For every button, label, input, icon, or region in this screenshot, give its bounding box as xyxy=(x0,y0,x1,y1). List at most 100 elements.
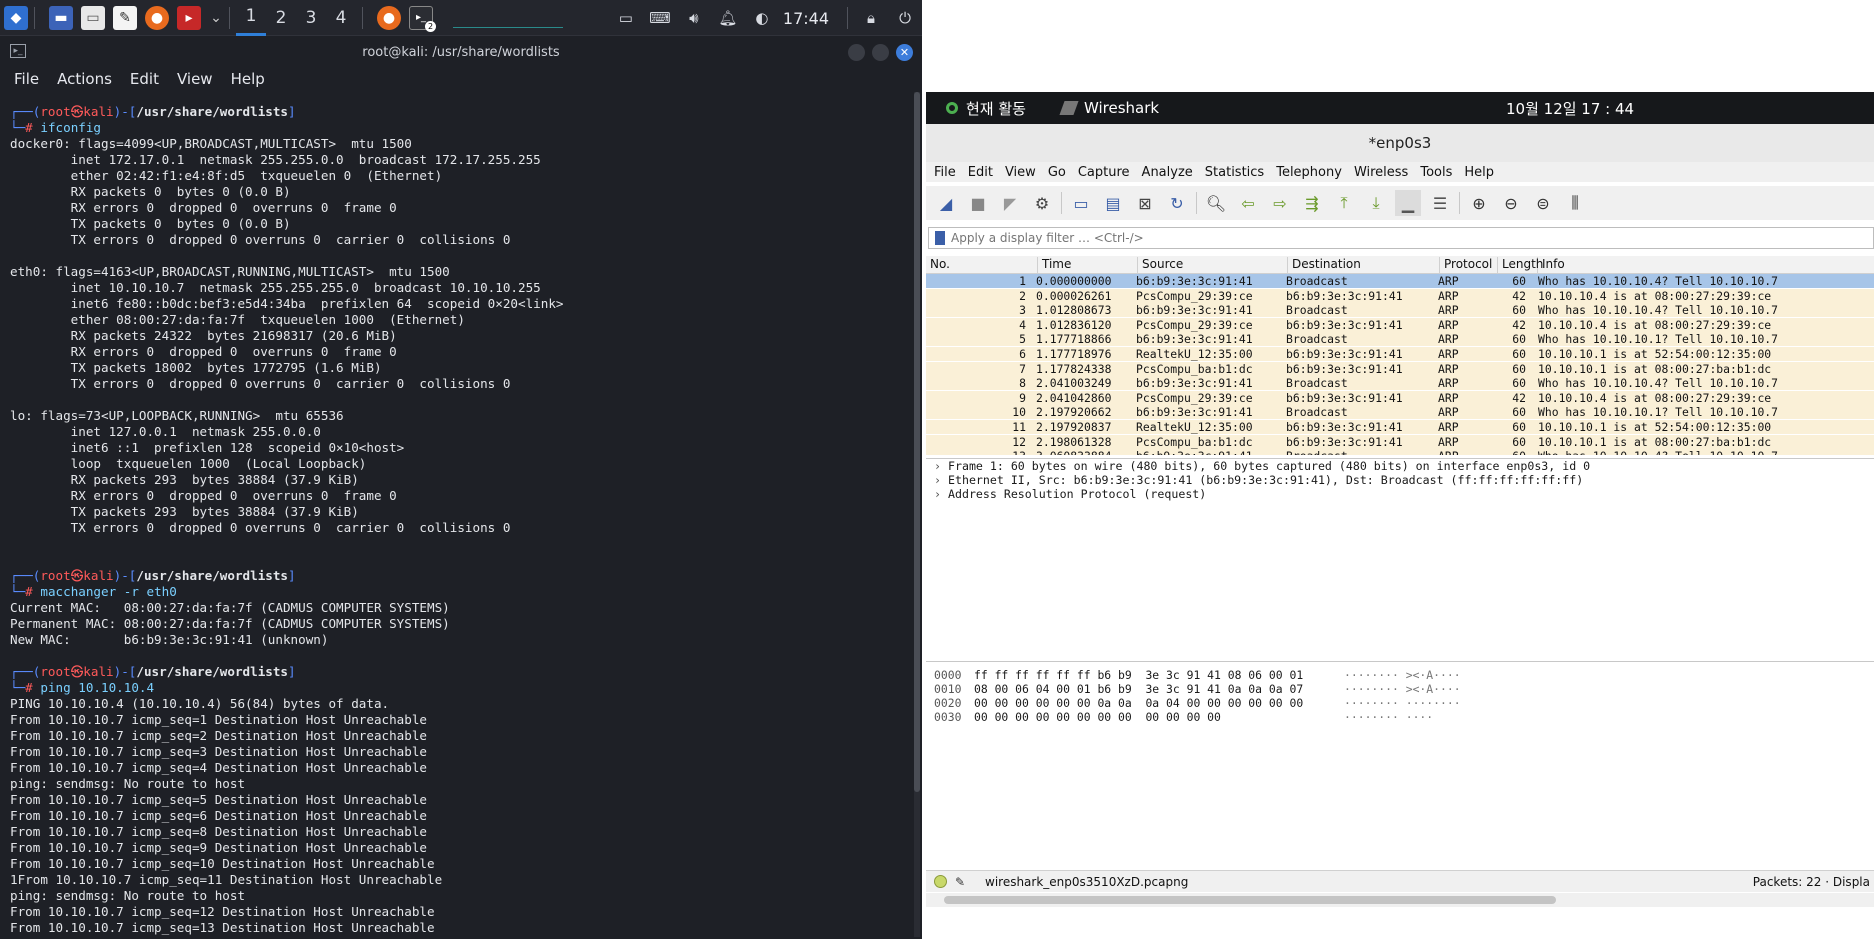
firefox-icon[interactable]: ● xyxy=(145,5,169,30)
packet-row[interactable]: 6 1.177718976 RealtekU_12:35:00 b6:b9:3e:3c… xyxy=(926,347,1874,361)
detail-arp[interactable]: › Address Resolution Protocol (request) xyxy=(926,487,1874,501)
last-packet-icon[interactable]: ⤓ xyxy=(1363,190,1389,216)
expand-arrow-icon[interactable]: › xyxy=(934,459,948,473)
display-filter-input[interactable] xyxy=(951,231,1651,245)
terminal-window-icon[interactable]: ▸_ 2 xyxy=(409,5,436,32)
maximize-button[interactable] xyxy=(872,44,889,61)
power-status-icon[interactable]: ◐ xyxy=(749,5,775,31)
scrollbar-thumb[interactable] xyxy=(914,92,920,792)
workspace-1[interactable]: 1 xyxy=(236,0,266,36)
zoom-in-icon[interactable]: ⊕ xyxy=(1466,190,1492,216)
filter-bookmark-icon[interactable] xyxy=(935,231,945,245)
normal-size-icon[interactable]: ⊜ xyxy=(1530,190,1556,216)
col-destination[interactable]: Destination xyxy=(1288,257,1440,273)
zoom-out-icon[interactable]: ⊖ xyxy=(1498,190,1524,216)
first-packet-icon[interactable]: ⤒ xyxy=(1331,190,1357,216)
col-source[interactable]: Source xyxy=(1138,257,1288,273)
packet-row[interactable]: 2 0.000026261 PcsCompu_29:39:ce b6:b9:3e:3c… xyxy=(926,288,1874,303)
app-menu[interactable]: Wireshark xyxy=(1059,99,1159,117)
start-capture-icon[interactable]: ◢ xyxy=(933,190,959,216)
activities-button[interactable]: 현재 활동 xyxy=(946,98,1026,119)
close-file-icon[interactable]: ⊠ xyxy=(1132,190,1158,216)
ws-menu-edit[interactable]: Edit xyxy=(968,165,993,180)
menu-view[interactable]: View xyxy=(177,70,213,88)
firefox-window-icon[interactable]: ● xyxy=(377,5,401,30)
col-info[interactable]: Info xyxy=(1538,257,1874,273)
packet-row[interactable]: 12 2.198061328 PcsCompu_ba:b1:dc b6:b9:3e:3… xyxy=(926,434,1874,449)
keyboard-icon[interactable]: ⌨ xyxy=(647,5,673,31)
packet-row[interactable]: 11 2.197920837 RealtekU_12:35:00 b6:b9:3e:3… xyxy=(926,420,1874,434)
ws-menu-telephony[interactable]: Telephony xyxy=(1276,165,1342,180)
close-button[interactable]: ✕ xyxy=(896,44,913,61)
display-icon[interactable]: ▭ xyxy=(613,5,639,31)
packet-row[interactable]: 8 2.041003249 b6:b9:3e:3c:91:41 Broadcast AR… xyxy=(926,376,1874,391)
horizontal-scrollbar[interactable] xyxy=(926,893,1874,907)
workspace-3[interactable]: 3 xyxy=(296,0,326,36)
terminal-launcher-icon[interactable]: ▸ xyxy=(177,5,201,30)
menu-actions[interactable]: Actions xyxy=(57,70,112,88)
ws-menu-go[interactable]: Go xyxy=(1048,165,1066,180)
col-protocol[interactable]: Protocol xyxy=(1440,257,1498,273)
ws-menu-file[interactable]: File xyxy=(934,165,956,180)
workspace-2[interactable]: 2 xyxy=(266,0,296,36)
col-length[interactable]: Length xyxy=(1498,257,1543,273)
file-manager-icon[interactable]: ▭ xyxy=(81,5,105,30)
expert-info-icon[interactable] xyxy=(934,875,947,888)
minimize-button[interactable] xyxy=(848,44,865,61)
save-file-icon[interactable]: ▤ xyxy=(1100,190,1126,216)
autoscroll-icon[interactable]: ▁ xyxy=(1395,190,1421,216)
expand-arrow-icon[interactable]: › xyxy=(934,473,948,487)
text-editor-icon[interactable]: ✎ xyxy=(113,5,137,30)
ws-menu-help[interactable]: Help xyxy=(1464,165,1494,180)
ws-menu-tools[interactable]: Tools xyxy=(1420,165,1452,180)
logout-icon[interactable]: ⏻ xyxy=(892,5,918,31)
go-forward-icon[interactable]: ⇨ xyxy=(1267,190,1293,216)
resize-columns-icon[interactable]: ⫼ xyxy=(1562,190,1588,216)
find-packet-icon[interactable]: 🔍︎ xyxy=(1203,190,1229,216)
menu-help[interactable]: Help xyxy=(231,70,265,88)
terminal-output[interactable]: ┌──(root㉿kali)-[/usr/share/wordlists] └─#… xyxy=(0,104,922,939)
lock-icon[interactable]: 🔒︎ xyxy=(858,5,884,31)
packet-row[interactable]: 7 1.177824338 PcsCompu_ba:b1:dc b6:b9:3e:3c… xyxy=(926,361,1874,376)
packet-row[interactable]: 3 1.012808673 b6:b9:3e:3c:91:41 Broadcast AR… xyxy=(926,303,1874,318)
capture-options-icon[interactable]: ⚙ xyxy=(1029,190,1055,216)
col-time[interactable]: Time xyxy=(1038,257,1138,273)
expand-arrow-icon[interactable]: › xyxy=(934,487,948,501)
notification-bell-icon[interactable]: 🔔︎ xyxy=(715,5,741,31)
packet-row[interactable]: 5 1.177718866 b6:b9:3e:3c:91:41 Broadcast AR… xyxy=(926,332,1874,347)
stop-capture-icon[interactable]: ■ xyxy=(965,190,991,216)
go-to-packet-icon[interactable]: ⇶ xyxy=(1299,190,1325,216)
ws-menu-statistics[interactable]: Statistics xyxy=(1205,165,1264,180)
menu-file[interactable]: File xyxy=(14,70,39,88)
detail-frame[interactable]: › Frame 1: 60 bytes on wire (480 bits), 6… xyxy=(926,459,1874,473)
ws-menu-wireless[interactable]: Wireless xyxy=(1354,165,1408,180)
packet-row[interactable]: 10 2.197920662 b6:b9:3e:3c:91:41 Broadcast A… xyxy=(926,405,1874,420)
ws-menu-analyze[interactable]: Analyze xyxy=(1142,165,1193,180)
packet-row[interactable]: 1 0.000000000 b6:b9:3e:3c:91:41 Broadcast AR… xyxy=(926,274,1874,288)
menu-edit[interactable]: Edit xyxy=(130,70,159,88)
colorize-icon[interactable]: ☰ xyxy=(1427,190,1453,216)
restart-capture-icon[interactable]: ◤ xyxy=(997,190,1023,216)
capture-comment-icon[interactable]: ✎ xyxy=(955,875,969,889)
scrollbar-thumb[interactable] xyxy=(944,896,1556,904)
open-file-icon[interactable]: ▭ xyxy=(1068,190,1094,216)
go-back-icon[interactable]: ⇦ xyxy=(1235,190,1261,216)
gnome-clock[interactable]: 10월 12일 17 : 44 xyxy=(1506,98,1634,119)
packet-row[interactable]: 9 2.041042860 PcsCompu_29:39:ce b6:b9:3e:3c… xyxy=(926,390,1874,405)
show-desktop-icon[interactable]: ▬ xyxy=(49,5,73,30)
kali-menu-icon[interactable]: ◆ xyxy=(4,5,28,30)
ws-menu-capture[interactable]: Capture xyxy=(1078,165,1130,180)
volume-icon[interactable]: 🔊︎ xyxy=(681,5,707,31)
terminal-window-menu-icon[interactable]: ▸_ xyxy=(10,44,26,58)
col-no[interactable]: No. xyxy=(926,257,1038,273)
packet-bytes-pane[interactable]: 0000 ff ff ff ff ff ff b6 b9 3e 3c 91 41 … xyxy=(926,661,1874,867)
terminal-scrollbar[interactable] xyxy=(914,92,920,937)
workspace-4[interactable]: 4 xyxy=(326,0,356,36)
ws-menu-view[interactable]: View xyxy=(1005,165,1036,180)
reload-file-icon[interactable]: ↻ xyxy=(1164,190,1190,216)
packet-row[interactable]: 13 3.060833884b6:b9:3e:3c:91:41BroadcastA… xyxy=(926,449,1874,455)
packet-row[interactable]: 4 1.012836120 PcsCompu_29:39:ce b6:b9:3e:3c… xyxy=(926,317,1874,332)
chevron-down-icon[interactable]: ⌄ xyxy=(209,6,223,30)
taskbar-clock[interactable]: 17:44 xyxy=(783,9,829,28)
detail-ethernet[interactable]: › Ethernet II, Src: b6:b9:3e:3c:91:41 (b6… xyxy=(926,473,1874,487)
